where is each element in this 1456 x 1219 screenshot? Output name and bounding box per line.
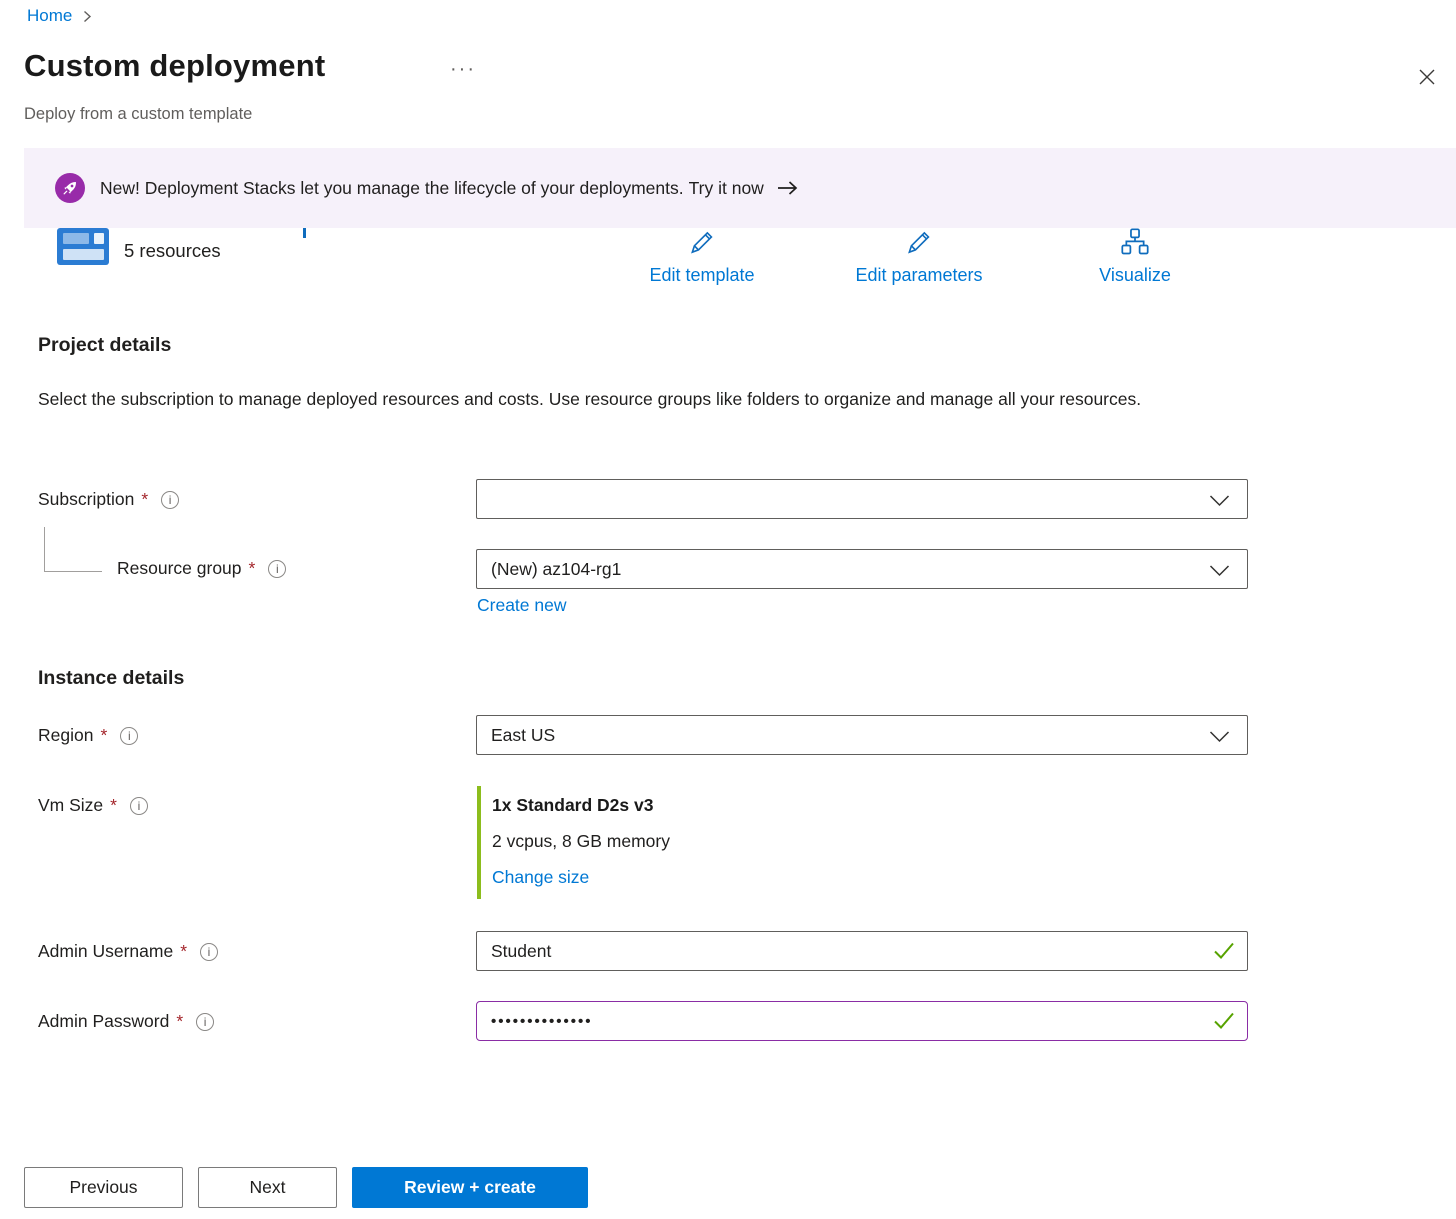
required-asterisk: * bbox=[176, 1011, 183, 1032]
org-chart-icon bbox=[1119, 227, 1151, 262]
banner-cta-link[interactable]: Try it now bbox=[689, 178, 764, 199]
chevron-down-icon bbox=[1209, 494, 1230, 512]
breadcrumb: Home bbox=[27, 6, 92, 26]
page-title: Custom deployment bbox=[24, 48, 325, 84]
chevron-down-icon bbox=[1209, 564, 1230, 582]
admin-password-label: Admin Password bbox=[38, 1011, 169, 1032]
edit-parameters-button[interactable]: Edit parameters bbox=[824, 227, 1014, 286]
admin-password-input[interactable] bbox=[476, 1001, 1248, 1041]
edit-template-label: Edit template bbox=[649, 265, 754, 286]
admin-password-field-wrap bbox=[476, 1001, 1248, 1041]
resource-group-label: Resource group bbox=[117, 558, 242, 579]
subscription-label: Subscription bbox=[38, 489, 134, 510]
vm-size-label: Vm Size bbox=[38, 795, 103, 816]
info-icon[interactable]: i bbox=[268, 560, 286, 578]
more-options-icon[interactable]: ··· bbox=[450, 58, 476, 81]
banner-message: New! Deployment Stacks let you manage th… bbox=[100, 178, 684, 199]
required-asterisk: * bbox=[249, 558, 256, 579]
required-asterisk: * bbox=[100, 725, 107, 746]
vm-size-selection-bar bbox=[477, 786, 481, 899]
info-icon[interactable]: i bbox=[196, 1013, 214, 1031]
template-resources-icon bbox=[57, 228, 109, 265]
vm-size-name: 1x Standard D2s v3 bbox=[492, 795, 653, 816]
create-new-link[interactable]: Create new bbox=[477, 595, 567, 616]
required-asterisk: * bbox=[141, 489, 148, 510]
edit-parameters-label: Edit parameters bbox=[855, 265, 982, 286]
pencil-icon bbox=[686, 227, 718, 262]
project-details-heading: Project details bbox=[38, 334, 171, 357]
info-icon[interactable]: i bbox=[130, 797, 148, 815]
instance-details-heading: Instance details bbox=[38, 667, 184, 690]
admin-username-input[interactable] bbox=[476, 931, 1248, 971]
visualize-button[interactable]: Visualize bbox=[1040, 227, 1230, 286]
custom-deployment-page: Home Custom deployment ··· Deploy from a… bbox=[0, 0, 1456, 1219]
edit-template-button[interactable]: Edit template bbox=[607, 227, 797, 286]
region-label-row: Region * i bbox=[38, 725, 138, 746]
vm-size-specs: 2 vcpus, 8 GB memory bbox=[492, 831, 670, 852]
close-button[interactable] bbox=[1410, 60, 1444, 94]
cut-off-content-artifact bbox=[303, 228, 306, 238]
info-icon[interactable]: i bbox=[200, 943, 218, 961]
valid-check-icon bbox=[1213, 1011, 1235, 1035]
valid-check-icon bbox=[1213, 941, 1235, 965]
region-dropdown[interactable]: East US bbox=[476, 715, 1248, 755]
project-details-description: Select the subscription to manage deploy… bbox=[38, 384, 1193, 415]
page-subtitle: Deploy from a custom template bbox=[24, 105, 252, 124]
review-create-button[interactable]: Review + create bbox=[352, 1167, 588, 1208]
chevron-down-icon bbox=[1209, 730, 1230, 748]
admin-username-label: Admin Username bbox=[38, 941, 173, 962]
announcement-banner[interactable]: New! Deployment Stacks let you manage th… bbox=[24, 148, 1456, 228]
region-value: East US bbox=[477, 716, 1247, 754]
resources-count: 5 resources bbox=[124, 240, 221, 262]
admin-password-label-row: Admin Password * i bbox=[38, 1011, 214, 1032]
resource-group-value: (New) az104-rg1 bbox=[477, 550, 1247, 588]
next-button[interactable]: Next bbox=[198, 1167, 337, 1208]
previous-button[interactable]: Previous bbox=[24, 1167, 183, 1208]
rocket-icon bbox=[55, 173, 85, 203]
arrow-right-icon bbox=[776, 180, 800, 196]
subscription-dropdown[interactable] bbox=[476, 479, 1248, 519]
admin-username-field-wrap bbox=[476, 931, 1248, 971]
required-asterisk: * bbox=[180, 941, 187, 962]
resource-group-dropdown[interactable]: (New) az104-rg1 bbox=[476, 549, 1248, 589]
pencil-icon bbox=[903, 227, 935, 262]
change-size-link[interactable]: Change size bbox=[492, 867, 589, 888]
admin-username-label-row: Admin Username * i bbox=[38, 941, 218, 962]
subscription-label-row: Subscription * i bbox=[38, 489, 179, 510]
required-asterisk: * bbox=[110, 795, 117, 816]
visualize-label: Visualize bbox=[1099, 265, 1171, 286]
resource-group-label-row: Resource group * i bbox=[117, 558, 286, 579]
info-icon[interactable]: i bbox=[120, 727, 138, 745]
tree-connector bbox=[44, 527, 102, 572]
region-label: Region bbox=[38, 725, 93, 746]
vm-size-label-row: Vm Size * i bbox=[38, 795, 148, 816]
breadcrumb-home-link[interactable]: Home bbox=[27, 6, 72, 26]
info-icon[interactable]: i bbox=[161, 491, 179, 509]
close-icon bbox=[1417, 67, 1437, 87]
breadcrumb-chevron-icon bbox=[82, 10, 92, 23]
